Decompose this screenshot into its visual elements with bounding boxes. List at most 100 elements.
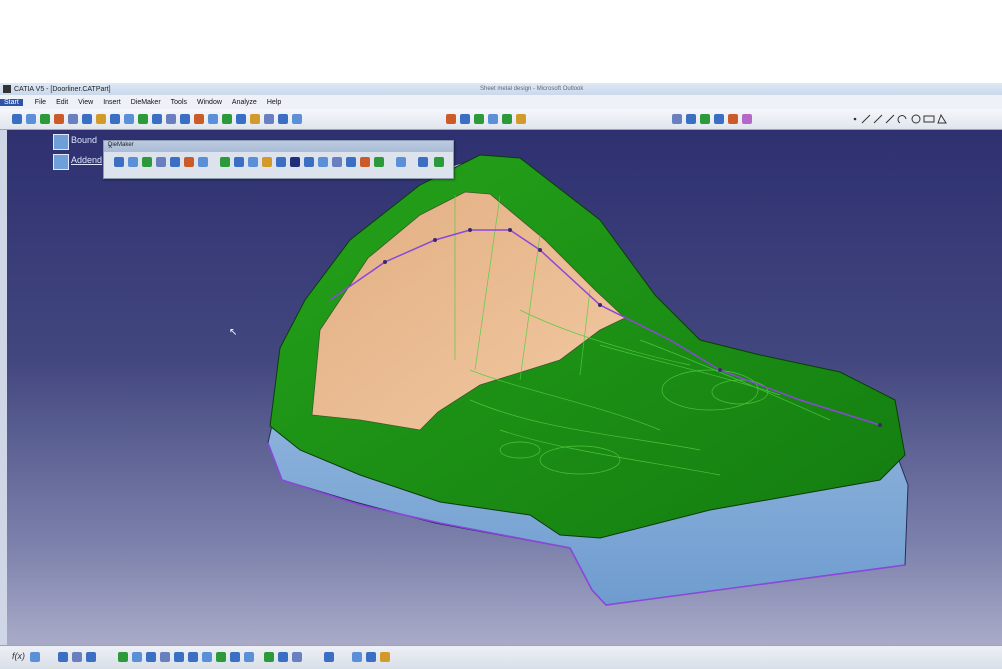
toolbar-icon[interactable] (686, 114, 696, 124)
diemaker-tool-icon[interactable] (170, 157, 180, 167)
toolbar-icon[interactable] (230, 652, 240, 662)
formula-icon[interactable]: f(x) (12, 651, 25, 661)
toolbar-icon[interactable] (728, 114, 738, 124)
rotate-icon[interactable] (160, 652, 170, 662)
diemaker-tool-icon[interactable] (418, 157, 428, 167)
diemaker-tool-icon[interactable] (276, 157, 286, 167)
toolbar-icon[interactable] (244, 652, 254, 662)
diemaker-tool-icon[interactable] (128, 157, 138, 167)
toolbar-icon[interactable] (110, 114, 120, 124)
tree-node-boundary[interactable]: Bound (71, 135, 97, 145)
sketch-tools-icons[interactable] (850, 112, 960, 126)
cursor-icon: ↖ (229, 327, 238, 338)
diemaker-tool-icon[interactable] (346, 157, 356, 167)
menu-window[interactable]: Window (197, 99, 222, 106)
menu-edit[interactable]: Edit (56, 99, 68, 106)
toolbar-icon[interactable] (72, 652, 82, 662)
toolbar-icon[interactable] (460, 114, 470, 124)
toolbar-icon[interactable] (208, 114, 218, 124)
diemaker-tool-icon[interactable] (262, 157, 272, 167)
toolbar-icon[interactable] (58, 652, 68, 662)
toolbar-icon[interactable] (672, 114, 682, 124)
toolbar-icon[interactable] (202, 652, 212, 662)
menu-diemaker[interactable]: DieMaker (131, 99, 161, 106)
diemaker-tool-icon[interactable] (234, 157, 244, 167)
toolbar-icon[interactable] (700, 114, 710, 124)
pan-icon[interactable] (146, 652, 156, 662)
toolbar-icon[interactable] (352, 652, 362, 662)
diemaker-tool-icon[interactable] (332, 157, 342, 167)
toolbar-icon[interactable] (124, 114, 134, 124)
boundary-node-icon[interactable] (53, 134, 69, 150)
toolbar-icon[interactable] (502, 114, 512, 124)
diemaker-tool-icon[interactable] (114, 157, 124, 167)
diemaker-tool-icon[interactable] (220, 157, 230, 167)
toolbar-icon[interactable] (278, 114, 288, 124)
toolbar-icon[interactable] (366, 652, 376, 662)
diemaker-tool-icon[interactable] (374, 157, 384, 167)
toolbar-icon[interactable] (12, 114, 22, 124)
toolbar-icon[interactable] (26, 114, 36, 124)
menu-start[interactable]: Start (0, 98, 23, 106)
diemaker-tool-icon[interactable] (142, 157, 152, 167)
menu-analyze[interactable]: Analyze (232, 99, 257, 106)
diemaker-tool-icon[interactable] (360, 157, 370, 167)
toolbar-icon[interactable] (474, 114, 484, 124)
diemaker-tool-icon[interactable] (318, 157, 328, 167)
diemaker-tool-icon[interactable] (290, 157, 300, 167)
toolbar-icon[interactable] (96, 114, 106, 124)
menu-file[interactable]: File (35, 99, 46, 106)
toolbar-icon[interactable] (152, 114, 162, 124)
diemaker-tool-icon[interactable] (304, 157, 314, 167)
menu-insert[interactable]: Insert (103, 99, 121, 106)
diemaker-tool-icon[interactable] (248, 157, 258, 167)
diemaker-tool-icon[interactable] (184, 157, 194, 167)
toolbar-icon[interactable] (86, 652, 96, 662)
part-model[interactable] (0, 130, 1002, 645)
toolbar-icon[interactable] (236, 114, 246, 124)
toolbar-icon[interactable] (264, 114, 274, 124)
toolbar-icon[interactable] (118, 652, 128, 662)
bottom-toolbar: f(x) (0, 645, 1002, 669)
toolbar-icon[interactable] (278, 652, 288, 662)
toolbar-icon[interactable] (222, 114, 232, 124)
menu-tools[interactable]: Tools (171, 99, 187, 106)
toolbar-icon[interactable] (742, 114, 752, 124)
toolbar-icon[interactable] (714, 114, 724, 124)
toolbar-icon[interactable] (516, 114, 526, 124)
3d-viewport[interactable]: Bound Addend DieMaker × ↖ (0, 130, 1002, 645)
toolbar-icon[interactable] (54, 114, 64, 124)
close-icon[interactable]: × (108, 142, 449, 151)
toolbar-icon[interactable] (132, 652, 142, 662)
addendum-node-icon[interactable] (53, 154, 69, 170)
diemaker-tool-icon[interactable] (198, 157, 208, 167)
toolbar-icon[interactable] (250, 114, 260, 124)
zoom-in-icon[interactable] (174, 652, 184, 662)
toolbar-icon[interactable] (216, 652, 226, 662)
left-edge-bar (0, 130, 7, 645)
menu-view[interactable]: View (78, 99, 93, 106)
toolbar-icon[interactable] (446, 114, 456, 124)
diemaker-tool-icon[interactable] (396, 157, 406, 167)
diemaker-toolbar: DieMaker × (103, 140, 454, 179)
toolbar-icon[interactable] (68, 114, 78, 124)
toolbar-icon[interactable] (180, 114, 190, 124)
diemaker-toolbar-title[interactable]: DieMaker × (104, 141, 453, 152)
toolbar-icon[interactable] (292, 652, 302, 662)
diemaker-tool-icon[interactable] (156, 157, 166, 167)
toolbar-icon[interactable] (292, 114, 302, 124)
toolbar-icon[interactable] (324, 652, 334, 662)
toolbar-icon[interactable] (138, 114, 148, 124)
toolbar-icon[interactable] (82, 114, 92, 124)
toolbar-icon[interactable] (40, 114, 50, 124)
zoom-out-icon[interactable] (188, 652, 198, 662)
comment-icon[interactable] (30, 652, 40, 662)
menu-help[interactable]: Help (267, 99, 281, 106)
toolbar-icon[interactable] (194, 114, 204, 124)
toolbar-icon[interactable] (488, 114, 498, 124)
diemaker-tool-icon[interactable] (434, 157, 444, 167)
tree-node-addendum[interactable]: Addend (71, 155, 102, 165)
toolbar-icon[interactable] (380, 652, 390, 662)
toolbar-icon[interactable] (166, 114, 176, 124)
toolbar-icon[interactable] (264, 652, 274, 662)
